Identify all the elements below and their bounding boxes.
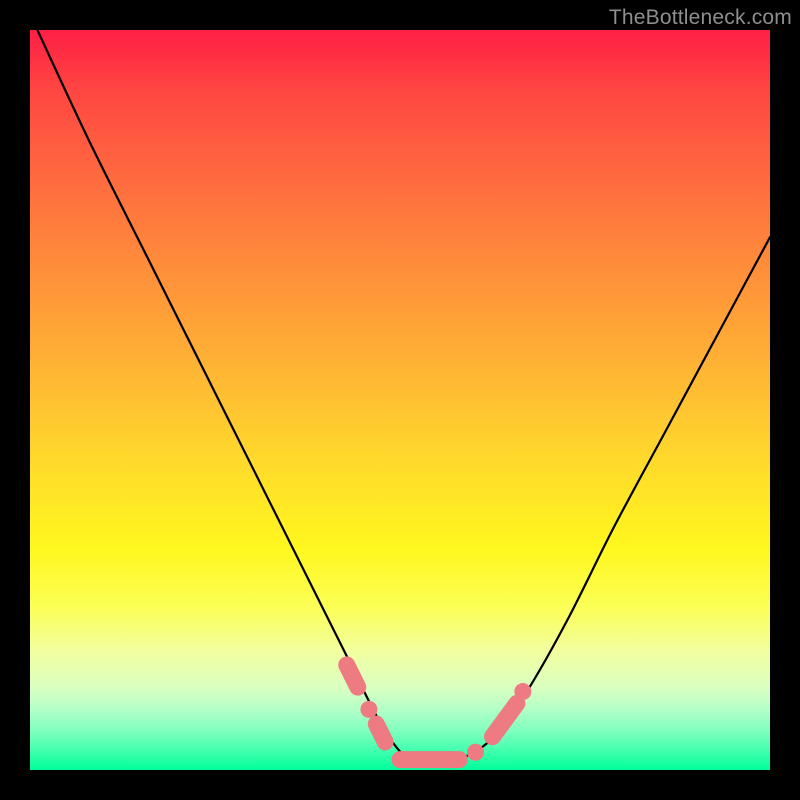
curve-svg xyxy=(30,30,770,770)
marker-pill-0 xyxy=(347,665,358,687)
marker-pill-2 xyxy=(376,724,385,742)
markers-group xyxy=(347,665,532,761)
chart-frame: TheBottleneck.com xyxy=(0,0,800,800)
bottleneck-curve xyxy=(37,30,770,764)
watermark-text: TheBottleneck.com xyxy=(609,6,792,30)
marker-dot-4 xyxy=(467,744,484,761)
marker-dot-1 xyxy=(360,701,377,718)
marker-pill-5 xyxy=(493,703,517,736)
plot-area xyxy=(30,30,770,770)
marker-dot-6 xyxy=(514,683,531,700)
